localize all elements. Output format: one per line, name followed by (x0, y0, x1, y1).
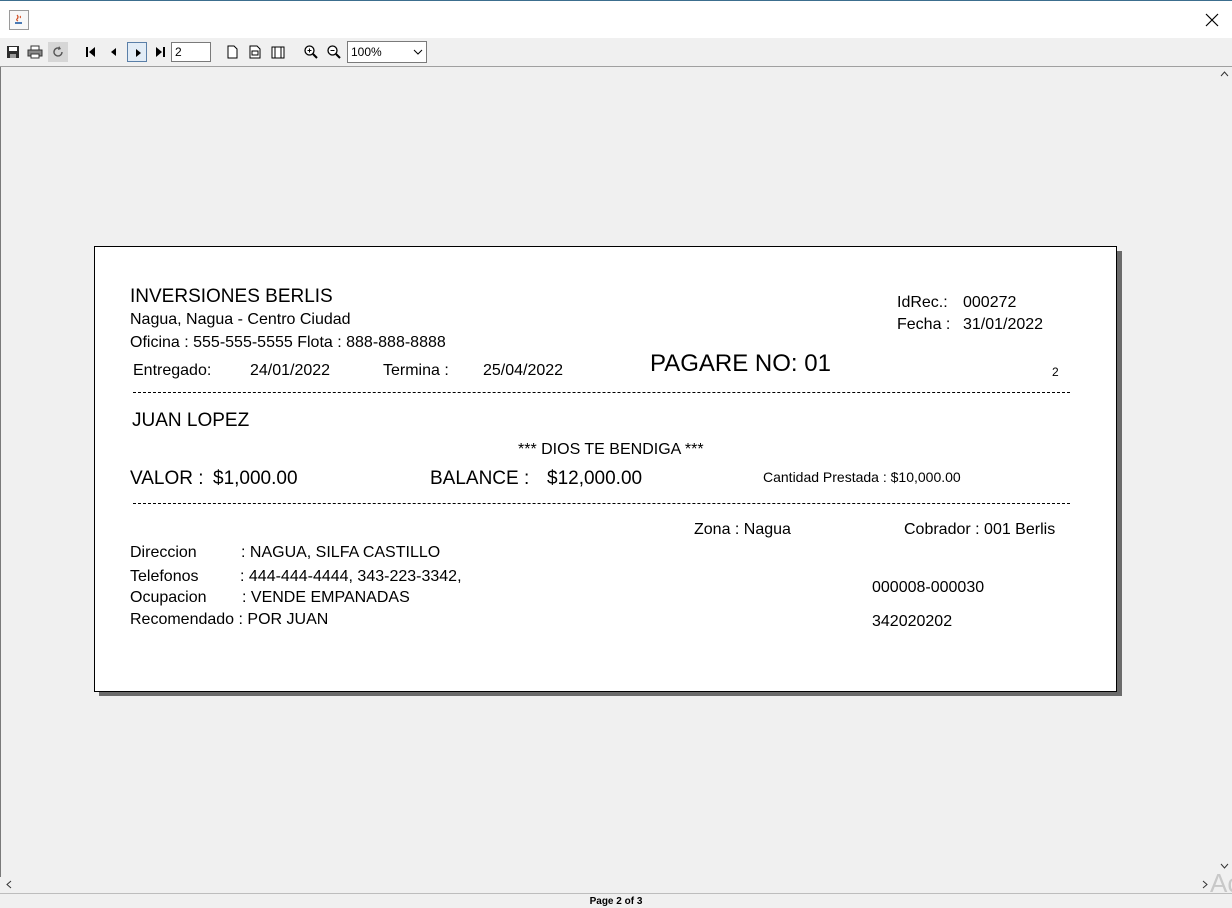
previous-page-button[interactable] (104, 42, 124, 62)
termina-value: 25/04/2022 (483, 362, 564, 379)
entregado-value: 24/01/2022 (250, 362, 331, 379)
zoom-out-button[interactable] (324, 42, 344, 62)
first-page-button[interactable] (81, 42, 101, 62)
fecha-label: Fecha : (897, 316, 951, 333)
zoom-level-select[interactable]: 100% (347, 41, 427, 63)
page-icon (227, 45, 238, 59)
valor-label: VALOR : (130, 468, 204, 489)
loan-amount: Cantidad Prestada : $10,000.00 (763, 469, 961, 485)
pagare-number: PAGARE NO: 01 (650, 350, 831, 377)
fit-width-button[interactable] (268, 42, 288, 62)
company-phones: Oficina : 555-555-5555 Flota : 888-888-8… (130, 334, 446, 351)
first-page-icon (86, 47, 95, 57)
chevron-down-icon (413, 49, 423, 55)
idrec-value: 000272 (963, 294, 1017, 311)
divider-top (133, 392, 1070, 393)
company-name: INVERSIONES BERLIS (130, 286, 333, 307)
fit-page-icon (249, 45, 261, 59)
cobrador-text: Cobrador : 001 Berlis (904, 521, 1056, 538)
save-icon (7, 46, 19, 58)
next-page-icon (136, 49, 141, 57)
save-button[interactable] (3, 42, 23, 62)
printer-icon (27, 45, 43, 59)
direccion-label: Direccion (130, 544, 197, 561)
telefonos-label: Telefonos (130, 568, 199, 585)
fit-page-button[interactable] (245, 42, 265, 62)
reload-button[interactable] (48, 42, 68, 62)
balance-label: BALANCE : (430, 468, 530, 489)
client-name: JUAN LOPEZ (132, 410, 250, 431)
print-button[interactable] (25, 42, 45, 62)
page-marker: 2 (1052, 365, 1059, 379)
last-page-icon (156, 47, 165, 57)
zoom-in-icon (304, 45, 318, 59)
recomendado-text: Recomendado : POR JUAN (130, 611, 329, 628)
reference-number: 342020202 (872, 613, 953, 630)
valor-value: $1,000.00 (213, 468, 298, 489)
scroll-right-icon[interactable] (1202, 880, 1208, 889)
fecha-value: 31/01/2022 (963, 316, 1044, 333)
company-address: Nagua, Nagua - Centro Ciudad (130, 311, 351, 328)
window-title-bar (0, 0, 1232, 38)
fit-width-icon (271, 46, 285, 59)
previous-page-icon (111, 48, 116, 56)
direccion-value: : NAGUA, SILFA CASTILLO (241, 544, 441, 561)
actual-size-button[interactable] (222, 42, 242, 62)
vertical-scrollbar[interactable] (1216, 67, 1232, 877)
zoom-in-button[interactable] (301, 42, 321, 62)
close-window-button[interactable] (1196, 5, 1228, 35)
ocupacion-value: : VENDE EMPANADAS (242, 589, 410, 606)
scroll-up-icon[interactable] (1220, 71, 1229, 77)
zona-text: Zona : Nagua (694, 521, 791, 538)
idrec-label: IdRec.: (897, 294, 948, 311)
status-bar: Page 2 of 3 (0, 893, 1232, 908)
scroll-left-icon[interactable] (6, 880, 12, 889)
client-code: 000008-000030 (872, 579, 985, 596)
horizontal-scrollbar[interactable] (0, 877, 1216, 893)
divider-bottom (133, 503, 1070, 504)
balance-value: $12,000.00 (547, 468, 643, 489)
page-status-text: Page 2 of 3 (589, 896, 643, 907)
entregado-label: Entregado: (133, 362, 212, 379)
zoom-level-value: 100% (351, 45, 382, 59)
java-app-icon (9, 10, 29, 30)
last-page-button[interactable] (150, 42, 170, 62)
termina-label: Termina : (383, 362, 449, 379)
close-icon (1205, 13, 1219, 27)
refresh-icon (53, 46, 63, 57)
zoom-out-icon (327, 45, 341, 59)
blessing-text: *** DIOS TE BENDIGA *** (518, 441, 704, 458)
telefonos-value: : 444-444-4444, 343-223-3342, (240, 568, 462, 585)
page-number-input[interactable] (171, 42, 211, 62)
next-page-button[interactable] (127, 42, 147, 62)
ocupacion-label: Ocupacion (130, 589, 207, 606)
